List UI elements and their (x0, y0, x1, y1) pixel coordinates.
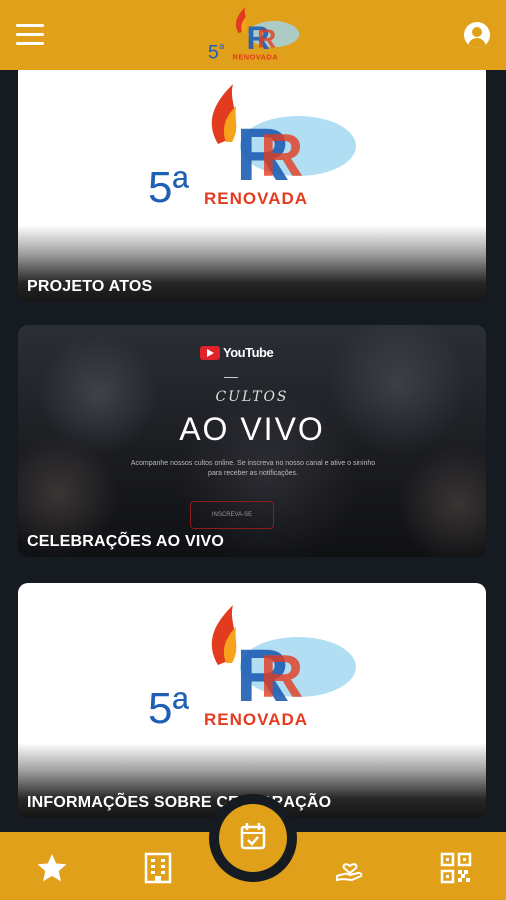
svg-text:R: R (257, 23, 276, 53)
card-title: PROJETO ATOS (27, 278, 153, 295)
card-projeto-atos[interactable]: 5ª R R RENOVADA PROJETO ATOS (18, 62, 486, 302)
5a-renovada-logo: 5ª R R RENOVADA (148, 84, 356, 212)
svg-text:a: a (219, 41, 224, 51)
calendar-nav-button[interactable] (219, 804, 287, 872)
subscribe-button[interactable]: INSCREVA-SE (190, 501, 274, 529)
svg-text:5: 5 (208, 43, 219, 64)
svg-text:RENOVADA: RENOVADA (204, 189, 308, 208)
center-nav-button-ring (209, 794, 297, 882)
account-circle-icon[interactable] (464, 22, 490, 48)
card-title: CELEBRAÇÕES AO VIVO (27, 533, 225, 550)
youtube-logo: YouTube (200, 345, 274, 360)
building-icon[interactable] (142, 852, 174, 884)
card-informacoes-celebracao[interactable]: 5ª R R RENOVADA INFORMAÇÕES SOBRE CELEBR… (18, 583, 486, 818)
svg-text:RENOVADA: RENOVADA (233, 53, 279, 62)
svg-text:5ª: 5ª (148, 163, 189, 212)
card-celebracoes-ao-vivo[interactable]: YouTube CULTOS AO VIVO Acompanhe nossos … (18, 325, 486, 557)
svg-text:R: R (260, 643, 303, 710)
5a-renovada-logo: 5 a R R RENOVADA (208, 6, 300, 64)
star-icon[interactable] (36, 852, 68, 884)
top-app-bar: 5 a R R RENOVADA (0, 0, 506, 70)
5a-renovada-logo: 5ª R R RENOVADA (148, 605, 356, 733)
svg-text:RENOVADA: RENOVADA (204, 710, 308, 729)
divider (224, 377, 238, 378)
svg-text:5ª: 5ª (148, 684, 189, 733)
qr-code-icon[interactable] (440, 852, 472, 884)
hand-heart-icon[interactable] (334, 852, 366, 884)
youtube-play-icon (200, 345, 220, 360)
svg-text:R: R (260, 122, 303, 189)
banner-description: Acompanhe nossos cultos online. Se inscr… (130, 460, 376, 477)
hamburger-menu-icon[interactable] (16, 24, 44, 46)
banner-headline: AO VIVO (179, 411, 325, 447)
calendar-check-icon (240, 823, 266, 850)
banner-overline: CULTOS (215, 389, 289, 405)
